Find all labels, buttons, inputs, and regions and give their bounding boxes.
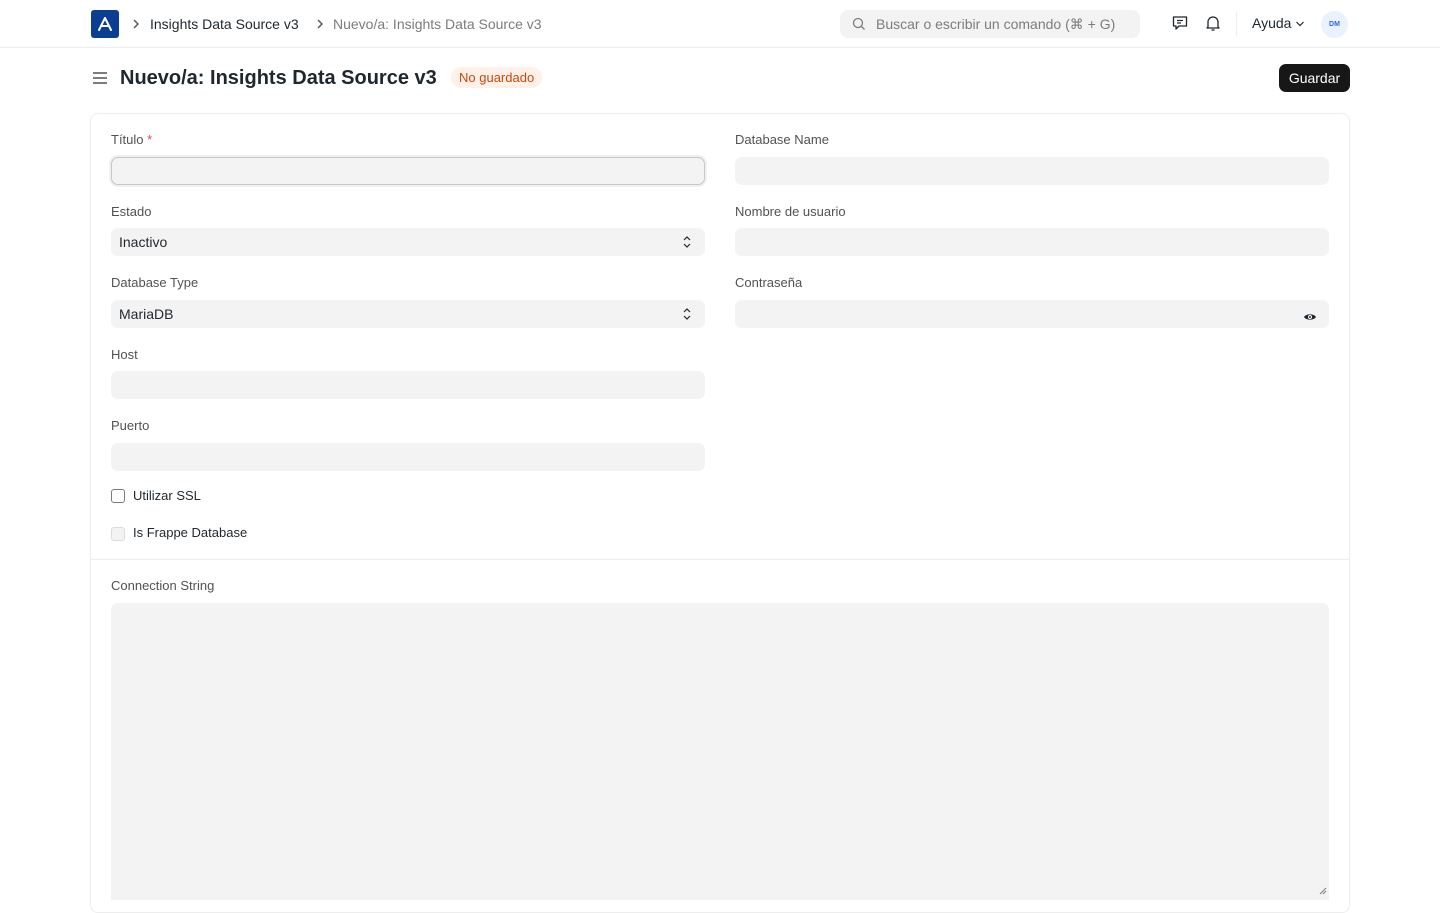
updown-chevron-icon — [683, 235, 691, 254]
status-badge: No guardado — [451, 67, 543, 88]
username-field[interactable] — [735, 228, 1329, 256]
port-label: Puerto — [111, 418, 150, 433]
status-select[interactable]: Inactivo — [111, 228, 705, 256]
status-label: Estado — [111, 204, 152, 219]
host-label: Host — [111, 347, 138, 362]
connection-string-textarea[interactable] — [111, 603, 1329, 900]
section-divider — [91, 559, 1349, 560]
search-bar[interactable]: Buscar o escribir un comando (⌘ + G) — [840, 10, 1140, 38]
required-marker: * — [147, 132, 153, 147]
chevron-right-icon — [316, 17, 324, 35]
database-name-label: Database Name — [735, 132, 829, 147]
password-label: Contraseña — [735, 275, 803, 290]
resize-handle-icon[interactable] — [1319, 882, 1327, 900]
connection-string-label: Connection String — [111, 578, 215, 593]
use-ssl-checkbox[interactable] — [111, 489, 125, 503]
help-dropdown[interactable]: Ayuda — [1252, 15, 1305, 31]
username-label: Nombre de usuario — [735, 204, 846, 219]
top-navbar: Insights Data Source v3 Nuevo/a: Insight… — [0, 0, 1440, 48]
database-type-value: MariaDB — [119, 306, 174, 322]
help-label: Ayuda — [1252, 15, 1292, 31]
status-select-value: Inactivo — [119, 234, 168, 250]
title-field[interactable] — [111, 157, 705, 185]
database-type-label: Database Type — [111, 275, 199, 290]
eye-icon[interactable] — [1303, 309, 1317, 327]
search-icon — [852, 17, 866, 36]
password-field[interactable] — [735, 300, 1329, 328]
hamburger-icon[interactable] — [92, 70, 108, 91]
page-title: Nuevo/a: Insights Data Source v3 — [120, 67, 437, 89]
user-avatar[interactable]: DM — [1321, 11, 1348, 38]
app-logo-icon[interactable] — [91, 10, 119, 38]
database-type-select[interactable]: MariaDB — [111, 300, 705, 328]
chat-icon[interactable] — [1171, 14, 1189, 37]
use-ssl-label[interactable]: Utilizar SSL — [133, 488, 201, 504]
breadcrumb-current[interactable]: Nuevo/a: Insights Data Source v3 — [333, 15, 542, 33]
is-frappe-checkbox[interactable] — [111, 527, 125, 541]
chevron-down-icon — [1295, 15, 1305, 31]
breadcrumb-doctype[interactable]: Insights Data Source v3 — [150, 15, 299, 33]
save-button[interactable]: Guardar — [1279, 64, 1350, 92]
bell-icon[interactable] — [1205, 14, 1221, 37]
host-field[interactable] — [111, 371, 705, 399]
database-name-field[interactable] — [735, 157, 1329, 185]
updown-chevron-icon — [683, 307, 691, 326]
chevron-right-icon — [132, 17, 140, 35]
port-field[interactable] — [111, 443, 705, 471]
is-frappe-label[interactable]: Is Frappe Database — [133, 525, 247, 541]
search-placeholder: Buscar o escribir un comando (⌘ + G) — [876, 16, 1116, 32]
title-label: Título * — [111, 132, 153, 147]
navbar-divider — [1236, 12, 1237, 36]
